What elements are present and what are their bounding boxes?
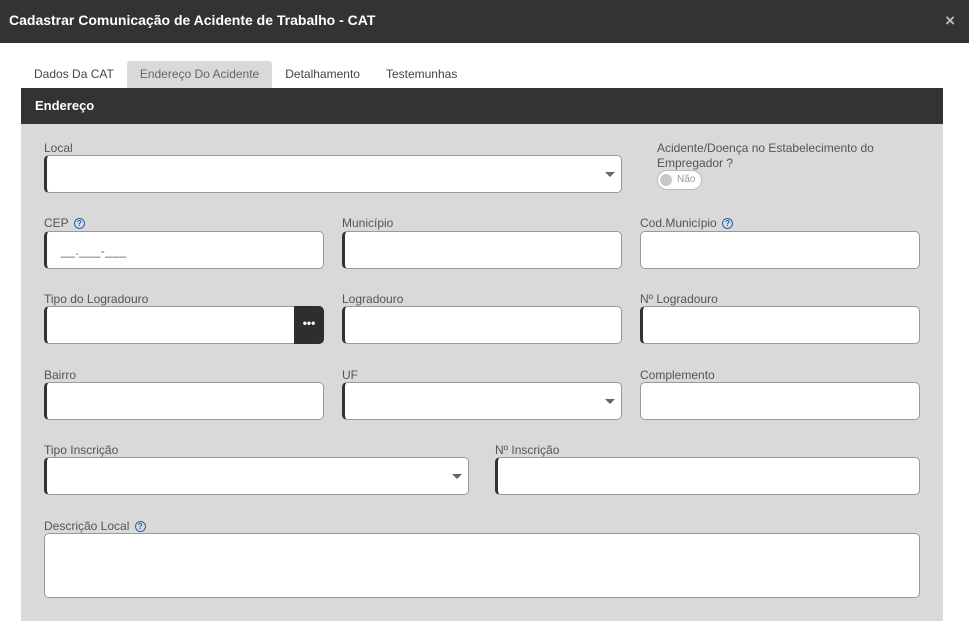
- nro-logradouro-input[interactable]: [640, 306, 920, 344]
- uf-select[interactable]: [342, 382, 622, 420]
- acidente-estab-label-line1: Acidente/Doença no Estabelecimento do: [657, 141, 874, 155]
- cod-municipio-label: Cod.Município ?: [640, 216, 734, 230]
- local-label: Local: [44, 141, 73, 155]
- tipo-inscricao-select[interactable]: [44, 457, 469, 495]
- descricao-local-textarea[interactable]: [44, 533, 920, 598]
- section-title: Endereço: [35, 98, 95, 113]
- acidente-estab-label-line2: Empregador ?: [657, 156, 734, 170]
- nro-inscricao-label: Nº Inscrição: [495, 443, 560, 457]
- acidente-estab-toggle[interactable]: Não: [657, 170, 702, 190]
- descricao-local-label-text: Descrição Local: [44, 519, 130, 533]
- cod-municipio-input[interactable]: [640, 231, 920, 269]
- logradouro-label: Logradouro: [342, 292, 404, 306]
- complemento-label: Complemento: [640, 368, 715, 382]
- tab-detalhamento[interactable]: Detalhamento: [272, 61, 373, 88]
- tipo-logradouro-label: Tipo do Logradouro: [44, 292, 149, 306]
- tipo-inscricao-label: Tipo Inscrição: [44, 443, 119, 457]
- chevron-down-icon: [605, 399, 615, 404]
- close-icon[interactable]: ×: [945, 11, 955, 31]
- dialog-titlebar: Cadastrar Comunicação de Acidente de Tra…: [0, 0, 969, 43]
- logradouro-input[interactable]: [342, 306, 622, 344]
- complemento-input[interactable]: [640, 382, 920, 420]
- uf-label: UF: [342, 368, 358, 382]
- tab-testemunhas[interactable]: Testemunhas: [373, 61, 470, 88]
- chevron-down-icon: [605, 172, 615, 177]
- tipo-logradouro-input[interactable]: [44, 306, 296, 344]
- more-options-button[interactable]: •••: [294, 306, 324, 344]
- nro-logradouro-label: Nº Logradouro: [640, 292, 718, 306]
- help-icon[interactable]: ?: [134, 521, 146, 533]
- chevron-down-icon: [452, 474, 462, 479]
- nro-inscricao-input[interactable]: [495, 457, 920, 495]
- toggle-label: Não: [677, 174, 696, 185]
- dialog-title: Cadastrar Comunicação de Acidente de Tra…: [9, 12, 376, 28]
- descricao-local-label: Descrição Local ?: [44, 519, 146, 533]
- cep-label-text: CEP: [44, 216, 69, 230]
- help-icon[interactable]: ?: [722, 218, 734, 230]
- bairro-input[interactable]: [44, 382, 324, 420]
- tab-bar: Dados Da CAT Endereço Do Acidente Detalh…: [21, 61, 470, 88]
- municipio-input[interactable]: [342, 231, 622, 269]
- municipio-label: Município: [342, 216, 394, 230]
- cod-municipio-label-text: Cod.Município: [640, 216, 717, 230]
- cep-input[interactable]: __.___-___: [44, 231, 324, 269]
- bairro-label: Bairro: [44, 368, 77, 382]
- tab-endereco-do-acidente[interactable]: Endereço Do Acidente: [126, 61, 273, 88]
- section-header: Endereço: [21, 88, 943, 124]
- help-icon[interactable]: ?: [73, 218, 85, 230]
- tab-dados-da-cat[interactable]: Dados Da CAT: [21, 61, 127, 88]
- local-select[interactable]: [44, 155, 622, 193]
- toggle-knob: [660, 174, 672, 186]
- cep-mask: __.___-___: [61, 244, 127, 258]
- cep-label: CEP ?: [44, 216, 85, 230]
